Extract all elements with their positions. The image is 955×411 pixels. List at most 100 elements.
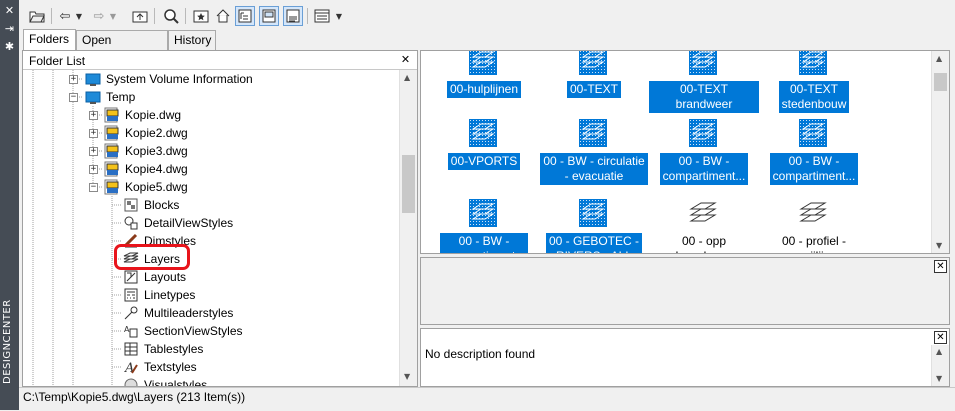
folder-list-pane: Folder List ✕ + System Volume Informatio… [22, 50, 418, 387]
folder-list-title: Folder List [29, 54, 86, 68]
layer-item-label: 00-TEXT [566, 81, 621, 98]
content-scrollbar[interactable]: ▲ ▼ [931, 51, 949, 253]
layer-icon [689, 119, 717, 147]
dwg-file-icon [104, 179, 119, 195]
tree-item[interactable]: Visualstyles [23, 376, 393, 386]
folder-tree: + System Volume Information − Temp + Kop… [23, 70, 401, 386]
tree-item[interactable]: Linetypes [23, 286, 393, 304]
tree-item[interactable]: DetailViewStyles [23, 214, 393, 232]
up-icon[interactable] [130, 6, 150, 26]
layer-icon [799, 119, 827, 147]
layer-icon [689, 202, 717, 222]
views-icon[interactable] [312, 6, 332, 26]
close-palette-icon[interactable]: ✕ [3, 4, 16, 17]
preview-pane: ✕ [420, 257, 950, 325]
home-icon[interactable] [213, 6, 233, 26]
properties-icon[interactable]: ✱ [3, 40, 16, 53]
tree-item[interactable]: Dimstyles [23, 232, 393, 250]
scroll-down-icon[interactable]: ▼ [936, 374, 942, 383]
tree-item[interactable]: − Temp [23, 88, 393, 106]
expand-icon[interactable]: + [89, 165, 98, 174]
tree-item[interactable]: − Kopie5.dwg [23, 178, 393, 196]
tree-item[interactable]: Layouts [23, 268, 393, 286]
svg-text:A: A [124, 325, 130, 334]
layer-item-label: 00-VPORTS [447, 153, 521, 170]
scroll-down-icon[interactable]: ▼ [404, 372, 410, 381]
highlight-ring [114, 244, 190, 270]
load-icon[interactable] [27, 6, 47, 26]
blocks-icon [124, 198, 138, 212]
layer-icon [579, 199, 607, 227]
tree-item[interactable]: A Textstyles [23, 358, 393, 376]
layer-item-label: 00-TEXT stedenbouw [778, 81, 850, 113]
tab-folders[interactable]: Folders [23, 29, 76, 50]
folder-icon [85, 73, 101, 86]
expand-icon[interactable]: + [69, 75, 78, 84]
expand-icon[interactable]: + [89, 147, 98, 156]
collapse-icon[interactable]: − [89, 183, 98, 192]
tree-item[interactable]: Tablestyles [23, 340, 393, 358]
tree-item[interactable]: Blocks [23, 196, 393, 214]
forward-dropdown-icon[interactable]: ▼ [107, 6, 119, 26]
content-pane: 00-hulplijnen 00-TEXT 00-TEXT brandweer 00-… [420, 50, 950, 254]
tree-item[interactable]: + Kopie3.dwg [23, 142, 393, 160]
tree-item[interactable]: + Kopie2.dwg [23, 124, 393, 142]
dwg-file-icon [104, 107, 119, 123]
scrollbar-thumb[interactable] [402, 155, 415, 213]
layer-item-label: 00 - GEBOTEC - RIVERS - ALL [545, 233, 643, 253]
scroll-up-icon[interactable]: ▲ [936, 54, 942, 63]
scroll-down-icon[interactable]: ▼ [936, 241, 942, 250]
expand-icon[interactable]: + [89, 129, 98, 138]
description-toggle-icon[interactable] [283, 6, 303, 26]
collapse-icon[interactable]: − [69, 93, 78, 102]
layer-icon [689, 51, 717, 75]
forward-icon[interactable]: ⇨ [89, 6, 109, 26]
views-dropdown-icon[interactable]: ▼ [333, 6, 345, 26]
folder-icon [85, 91, 101, 104]
dwg-file-icon [104, 161, 119, 177]
layer-icon [579, 119, 607, 147]
scroll-up-icon[interactable]: ▲ [936, 347, 942, 356]
tree-item[interactable]: + System Volume Information [23, 70, 393, 88]
layer-item-label: 00 - BW - compartiment... [439, 233, 529, 253]
scroll-up-icon[interactable]: ▲ [404, 73, 410, 82]
scrollbar-thumb[interactable] [934, 73, 947, 91]
tab-open-drawings[interactable]: Open Drawings [76, 30, 168, 66]
expand-icon[interactable]: + [89, 111, 98, 120]
layer-icon [469, 199, 497, 227]
back-icon[interactable]: ⇦ [55, 6, 75, 26]
preview-toggle-icon[interactable] [259, 6, 279, 26]
tree-item[interactable]: A SectionViewStyles [23, 322, 393, 340]
dwg-file-icon [104, 143, 119, 159]
layer-item-label: 00 - BW - compartiment... [659, 153, 749, 185]
tree-item[interactable]: + Kopie4.dwg [23, 160, 393, 178]
tablestyles-icon [124, 342, 138, 356]
layer-icon [579, 51, 607, 75]
tree-item[interactable]: + Kopie.dwg [23, 106, 393, 124]
favorites-icon[interactable] [191, 6, 211, 26]
tree-item[interactable]: Multileaderstyles [23, 304, 393, 322]
palette-titlebar: ✕ ⇥ ✱ DESIGNCENTER [0, 0, 19, 410]
tree-view-toggle-icon[interactable] [235, 6, 255, 26]
close-icon[interactable]: ✕ [934, 331, 947, 344]
tree-scrollbar[interactable]: ▲ ▼ [399, 70, 417, 386]
tree-item[interactable]: Layers [23, 250, 393, 268]
back-dropdown-icon[interactable]: ▼ [73, 6, 85, 26]
description-scrollbar[interactable]: ▲ ▼ [931, 345, 949, 386]
description-text: No description found [425, 347, 536, 361]
close-icon[interactable]: ✕ [934, 260, 947, 273]
toolbar: ⇦ ▼ ⇨ ▼ ▼ [19, 0, 955, 30]
search-icon[interactable] [161, 6, 181, 26]
layer-icon [469, 51, 497, 75]
multileaderstyles-icon [124, 306, 138, 320]
layer-item-label: 00 - opp brandweer [676, 234, 733, 253]
sectionviewstyles-icon: A [124, 325, 138, 338]
visualstyles-icon [124, 378, 138, 386]
tab-history[interactable]: History [168, 30, 216, 50]
status-path: C:\Temp\Kopie5.dwg\Layers (213 Item(s)) [23, 390, 246, 404]
layer-icon [799, 202, 827, 222]
close-icon[interactable]: ✕ [400, 54, 411, 65]
autohide-icon[interactable]: ⇥ [3, 22, 16, 35]
status-bar: C:\Temp\Kopie5.dwg\Layers (213 Item(s)) [19, 387, 955, 411]
palette-title: DESIGNCENTER [2, 299, 13, 384]
